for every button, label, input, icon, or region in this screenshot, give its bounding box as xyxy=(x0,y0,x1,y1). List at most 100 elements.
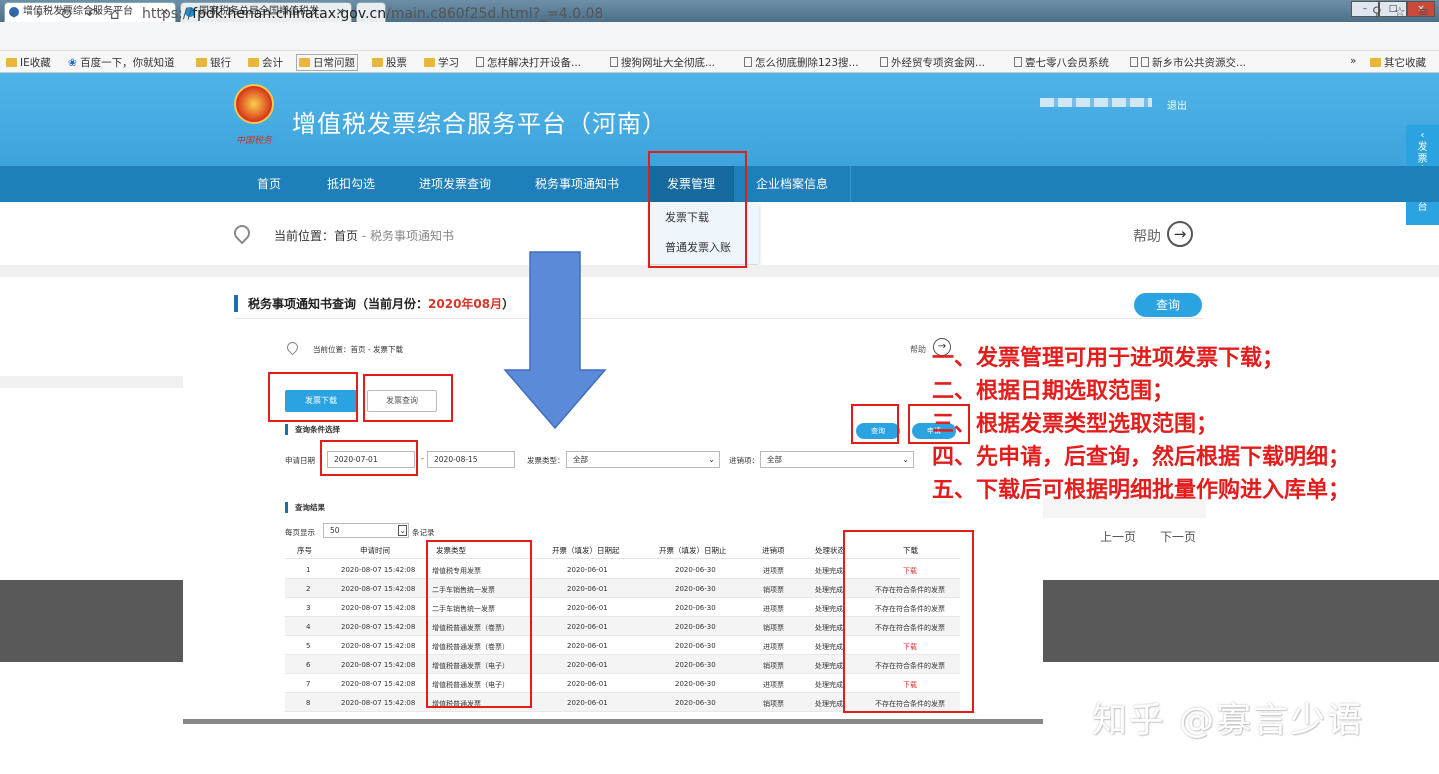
cell-date-from: 2020-06-01 xyxy=(567,680,608,688)
cell-apply-time: 2020-08-07 15:42:08 xyxy=(341,642,416,650)
bookmark-item[interactable]: 搜狗网址大全彻底... xyxy=(610,55,715,70)
highlight-download-tab xyxy=(268,372,358,422)
annotation-step-3: 三、根据发票类型选取范围； xyxy=(932,412,1219,437)
bookmark-item[interactable]: 壹七零八会员系统 xyxy=(1014,55,1109,70)
nav-enterprise-archive[interactable]: 企业档案信息 xyxy=(748,166,836,202)
cell-apply-time: 2020-08-07 15:42:08 xyxy=(341,623,416,631)
cell-date-to: 2020-06-30 xyxy=(675,699,716,707)
date-to-field[interactable]: 2020-08-15 xyxy=(427,451,515,468)
bookmark-label: 银行 xyxy=(210,57,231,69)
undo-icon[interactable]: ↶ xyxy=(86,5,99,23)
arrow-right-circle-icon[interactable]: → xyxy=(1167,221,1193,247)
help-link[interactable]: 帮助 xyxy=(1133,226,1161,246)
folder-icon xyxy=(6,58,17,67)
back-icon[interactable]: ‹ xyxy=(10,5,16,23)
bookmark-item[interactable]: 股票 xyxy=(372,55,407,70)
bookmark-item[interactable]: 新乡市公共资源交... xyxy=(1130,55,1246,70)
breadcrumb: 当前位置：首页 - 税务事项通知书 xyxy=(274,227,454,244)
col-header-date-to: 开票（填发）日期止 xyxy=(659,546,727,555)
logout-link[interactable]: 退出 xyxy=(1167,97,1187,112)
per-page-label: 每页显示 xyxy=(285,528,315,537)
bookmark-item[interactable]: 学习 xyxy=(424,55,459,70)
cell-status: 处理完成 xyxy=(815,624,843,632)
query-button[interactable]: 查询 xyxy=(1134,293,1202,317)
cell-in-out: 销项票 xyxy=(763,700,784,708)
bookmark-item[interactable]: 银行 xyxy=(196,55,231,70)
bookmark-label: 怎样解决打开设备... xyxy=(487,57,582,69)
cell-date-to: 2020-06-30 xyxy=(675,680,716,688)
bookmark-item[interactable]: ❀ 百度一下，你就知道 xyxy=(68,55,175,70)
query-conditions-title: 查询条件选择 xyxy=(285,424,340,435)
bookmark-label: 日常问题 xyxy=(313,57,355,69)
nav-input-invoice-query[interactable]: 进项发票查询 xyxy=(410,166,500,202)
col-header-date-from: 开票（填发）日期起 xyxy=(552,546,620,555)
url-field[interactable]: https://fpdk.henan.chinatax.gov.cn/main.… xyxy=(142,6,603,22)
watermark: 知乎 @寡言少语 xyxy=(1092,701,1365,741)
inset-help-link[interactable]: 帮助 xyxy=(910,344,926,355)
bookmark-item[interactable]: 怎么彻底删除123搜... xyxy=(744,55,859,70)
refresh-icon[interactable]: ↻ xyxy=(60,5,73,23)
folder-icon xyxy=(1370,58,1381,67)
forward-icon[interactable]: › xyxy=(36,5,42,23)
breadcrumb-home[interactable]: 当前位置：首页 xyxy=(274,229,358,243)
prev-page-link[interactable]: 上一页 xyxy=(1100,528,1136,545)
annotation-step-1: 一、发票管理可用于进项发票下载； xyxy=(932,346,1285,371)
footer-band xyxy=(1043,580,1439,662)
bookmarks-overflow-icon[interactable]: » xyxy=(1350,55,1356,67)
page-icon xyxy=(610,57,618,67)
cell-status: 处理完成 xyxy=(815,567,843,575)
home-icon[interactable]: ⌂ xyxy=(110,5,120,23)
col-header-status: 处理状态 xyxy=(815,546,845,555)
query-results-title: 查询结果 xyxy=(285,502,325,513)
emblem-caption: 中国税务 xyxy=(236,136,273,146)
apply-date-label: 申请日期 xyxy=(285,456,315,465)
bookmark-item[interactable]: IE收藏 xyxy=(6,55,51,70)
cell-in-out: 销项票 xyxy=(763,624,784,632)
in-out-label: 进销项： xyxy=(729,456,759,465)
per-page-select[interactable]: 50 ⌄ xyxy=(323,523,409,538)
per-page-unit: 条记录 xyxy=(412,528,435,537)
nav-deduction-select[interactable]: 抵扣勾选 xyxy=(315,166,387,202)
bookmark-item[interactable]: 日常问题 xyxy=(296,54,358,71)
folder-icon xyxy=(372,58,383,67)
cell-date-from: 2020-06-01 xyxy=(567,604,608,612)
in-out-select[interactable]: 全部 ⌄ xyxy=(760,451,914,468)
nav-home[interactable]: 首页 xyxy=(245,166,293,202)
next-page-link[interactable]: 下一页 xyxy=(1160,528,1196,545)
cell-date-from: 2020-06-01 xyxy=(567,642,608,650)
highlight-query-tab xyxy=(363,374,453,422)
location-icon xyxy=(230,221,254,245)
cell-date-to: 2020-06-30 xyxy=(675,623,716,631)
bookmark-label: 百度一下，你就知道 xyxy=(80,57,175,69)
chevron-left-icon: ‹ xyxy=(1420,130,1425,141)
bookmark-item[interactable]: 怎样解决打开设备... xyxy=(476,55,581,70)
inset-breadcrumb: 当前位置：首页 - 发票下载 xyxy=(313,345,403,354)
cell-apply-time: 2020-08-07 15:42:08 xyxy=(341,604,416,612)
per-page-value: 50 xyxy=(330,526,340,535)
url-path: /main.c860f25d.html?_=4.0.08 xyxy=(386,6,604,22)
annotation-step-2: 二、根据日期选取范围； xyxy=(932,379,1175,404)
cell-status: 处理完成 xyxy=(815,700,843,708)
invoice-type-value: 全部 xyxy=(573,455,588,464)
bookmark-item[interactable]: 其它收藏 xyxy=(1370,55,1426,70)
star-icon[interactable]: ☆ xyxy=(1394,5,1406,20)
page-icon xyxy=(476,57,484,67)
menu-icon[interactable]: ≡ xyxy=(1418,5,1429,20)
invoice-type-select[interactable]: 全部 ⌄ xyxy=(566,451,720,468)
cell-apply-time: 2020-08-07 15:42:08 xyxy=(341,585,416,593)
page-icon xyxy=(880,57,888,67)
cell-date-to: 2020-06-30 xyxy=(675,661,716,669)
nav-tax-notice[interactable]: 税务事项通知书 xyxy=(528,166,626,202)
bookmark-item[interactable]: 会计 xyxy=(248,55,283,70)
annotation-step-5: 五、下载后可根据明细批量作购进入库单； xyxy=(932,478,1351,503)
section-divider xyxy=(0,376,183,388)
cell-apply-time: 2020-08-07 15:42:08 xyxy=(341,680,416,688)
bookmark-label: 新乡市公共资源交... xyxy=(1152,57,1247,69)
cell-in-out: 销项票 xyxy=(763,586,784,594)
zoom-icon[interactable]: ⚲ xyxy=(1372,5,1382,20)
cell-status: 处理完成 xyxy=(815,643,843,651)
annotation-step-4: 四、先申请，后查询，然后根据下载明细； xyxy=(932,445,1351,470)
col-header-index: 序号 xyxy=(297,546,312,555)
in-out-value: 全部 xyxy=(767,455,782,464)
bookmark-item[interactable]: 外经贸专项资金网... xyxy=(880,55,985,70)
